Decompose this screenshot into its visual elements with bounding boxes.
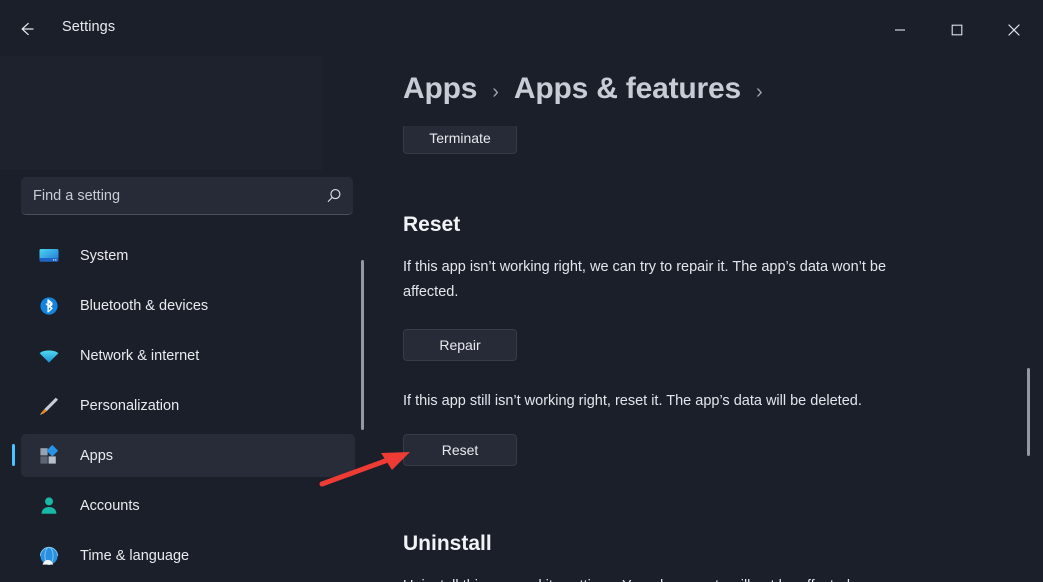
sidebar-item-label: Network & internet [80,347,200,364]
maximize-icon [951,24,963,36]
title-bar: Settings [0,0,1043,56]
chevron-right-icon: › [755,81,763,103]
content-scrollbar-thumb[interactable] [1027,368,1030,456]
search-button[interactable] [315,177,353,215]
sidebar-nav: System Bluetooth & devices Network & int… [0,234,372,582]
sidebar-item-label: System [80,247,129,264]
minimize-button[interactable] [877,13,923,47]
maximize-button[interactable] [934,13,980,47]
sidebar-item-label: Personalization [80,397,180,414]
chevron-right-icon: › [492,81,499,103]
reset-description: If this app isn’t working right, we can … [403,259,887,300]
globe-clock-icon [37,544,61,568]
sidebar-item-time-language[interactable]: Time & language [21,534,355,577]
back-arrow-icon [21,22,34,36]
close-button[interactable] [991,13,1037,47]
minimize-icon [895,29,905,31]
sidebar-item-system[interactable]: System [21,234,355,277]
breadcrumb-apps-features: Apps & features [513,72,741,105]
reset-button[interactable]: Reset [403,434,517,466]
search-input[interactable] [21,187,315,204]
apps-grid-icon [37,444,61,468]
sidebar-item-network-internet[interactable]: Network & internet [21,334,355,377]
sidebar-scrollbar-thumb[interactable] [361,260,364,430]
uninstall-section-heading: Uninstall [403,532,492,555]
sidebar-item-bluetooth-devices[interactable]: Bluetooth & devices [21,284,355,327]
sidebar-header-area [0,56,322,170]
sidebar-item-label: Time & language [80,547,190,564]
paintbrush-icon [37,394,61,418]
sidebar-item-apps[interactable]: Apps [12,434,355,477]
terminate-button[interactable]: Terminate [403,122,517,154]
close-icon [1008,24,1020,36]
sidebar-item-label: Bluetooth & devices [80,297,209,314]
wifi-icon [37,344,61,368]
content-pane: Terminate Reset If this app isn’t workin… [372,56,1043,582]
content-scroll-area: Terminate Reset If this app isn’t workin… [372,56,1043,582]
settings-window: Settings Find a setting System Bluetooth… [0,0,1043,582]
sidebar-item-personalization[interactable]: Personalization [21,384,355,427]
breadcrumb: Apps › Apps & features › [403,72,1043,126]
sidebar: System Bluetooth & devices [0,56,372,582]
repair-button[interactable]: Repair [403,329,517,361]
back-button[interactable] [8,12,46,46]
sidebar-item-label: Accounts [80,497,140,514]
bluetooth-icon [37,294,61,318]
person-icon [37,494,61,518]
sidebar-item-label: Apps [80,447,114,464]
reset-section-heading: Reset [403,213,461,236]
sidebar-item-accounts[interactable]: Accounts [21,484,355,527]
breadcrumb-apps[interactable]: Apps [403,72,477,106]
search-icon [327,188,341,202]
reset-description-secondary: If this app still isn’t working right, r… [403,393,862,409]
window-title: Settings [62,19,116,35]
monitor-icon [37,244,61,268]
uninstall-description: Uninstall this app and its settings. You… [403,574,1023,582]
search-box[interactable] [21,177,353,215]
selection-indicator [12,444,15,466]
